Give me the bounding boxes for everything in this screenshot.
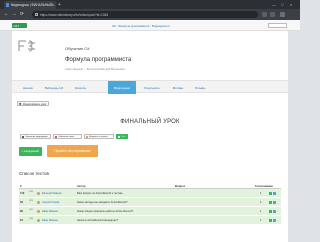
tab-reviews[interactable]: Отзывы [189, 81, 211, 94]
url-text: https://www.videosharp.info/video/quiz/?… [40, 12, 109, 17]
vote-count: 1 [260, 210, 262, 213]
close-window-button[interactable]: × [290, 2, 292, 7]
col-votes: Голосование [255, 183, 273, 188]
thumb-up-icon[interactable] [269, 191, 272, 195]
site-header: C# ▾ C#/Формула программиста/Видеоуроки … [0, 20, 300, 31]
course-logo-icon [18, 40, 35, 52]
thumb-up-icon[interactable] [269, 218, 272, 222]
tests-table: # Автор Вопрос Голосование 712 2164 Евге… [19, 181, 281, 225]
info-icon[interactable] [273, 200, 276, 204]
test-tag-button[interactable]: Тест [116, 134, 128, 139]
minimize-button[interactable]: — [272, 2, 276, 7]
tab-results[interactable]: Результаты [138, 81, 166, 94]
author-link[interactable]: Евгений Иванов [42, 192, 61, 195]
thumb-up-icon[interactable] [269, 209, 272, 213]
info-icon[interactable] [273, 191, 276, 195]
author-link[interactable]: Иван Иванов [42, 210, 58, 213]
next-lesson-button[interactable]: + Следующий [19, 147, 42, 156]
lock-icon [35, 12, 38, 16]
new-tab-button[interactable]: + [58, 2, 61, 8]
video-icon [22, 136, 25, 138]
row-actions [269, 191, 279, 196]
comment-icon [55, 136, 58, 138]
table-header: # Автор Вопрос Голосование [19, 181, 281, 189]
maximize-button[interactable]: □ [281, 2, 283, 7]
edit-lesson-button[interactable]: Редактировать урок [17, 101, 49, 107]
avatar [37, 200, 40, 204]
course-title[interactable]: Формула программиста [65, 57, 131, 63]
tab-videos[interactable]: Видеоуроки [108, 81, 136, 94]
table-row[interactable]: 712 2164 Евгений Иванов Ваш вопрос по Ac… [19, 189, 281, 198]
crumb-videos[interactable]: Видеоуроки ▾ [152, 24, 170, 28]
browser-tab[interactable]: Видеокурсы | ФИНАЛЬНЫЙ... × [4, 1, 56, 9]
site-favicon-icon [6, 3, 10, 7]
vote-count: 1 [260, 219, 262, 222]
feedback-button[interactable]: Обратная связь [53, 134, 82, 139]
avatar [37, 191, 40, 195]
tab-motives[interactable]: Мотивы [167, 81, 189, 94]
avatar [37, 209, 40, 213]
lesson-description-button[interactable]: Описание видеоурока [20, 134, 51, 139]
menu-icon[interactable] [280, 11, 285, 17]
extension-icon[interactable] [262, 11, 267, 17]
tab-console[interactable]: Консоль [69, 81, 92, 94]
author-link[interactable]: Сергей Сомов [42, 201, 59, 204]
question-link[interactable]: Зачем в ActiveRecord валидации? [77, 219, 175, 222]
lesson-title: ФИНАЛЬНЫЙ УРОК [120, 119, 180, 125]
row-actions [269, 200, 279, 205]
pencil-icon [18, 102, 23, 107]
info-icon[interactable] [273, 218, 276, 222]
content-panel: Обучение C# Формула программиста ответст… [12, 31, 288, 242]
col-num: # [20, 183, 22, 188]
vote-count: 1 [260, 201, 262, 204]
course-tabs: Начало Вебинары C# Консоль Видеоуроки Ре… [12, 80, 288, 94]
tab-close-icon[interactable]: × [52, 3, 54, 7]
qa-button[interactable]: Вопросы и ответы [84, 134, 114, 139]
question-icon [86, 136, 89, 138]
reload-icon[interactable]: ⟳ [20, 11, 24, 17]
crumb-course[interactable]: Формула программиста [118, 24, 149, 28]
browser-toolbar: ← → ⟳ https://www.videosharp.info/video/… [0, 9, 300, 20]
tests-list-title: Список тестов [19, 171, 49, 176]
vote-count: 1 [260, 192, 262, 195]
breadcrumb: C#/Формула программиста/Видеоуроки ▾ [112, 23, 170, 28]
info-icon[interactable] [273, 209, 276, 213]
course-author: ответственный — Волосатов Евгений Виталь… [65, 68, 126, 71]
question-link[interactable]: Какие методы вы ожидаете ActiveRecord? [77, 201, 175, 204]
question-link[interactable]: Ваш вопрос по ActiveRecord и тестам... [77, 192, 175, 195]
row-actions [269, 209, 279, 214]
col-question: Вопрос [175, 183, 186, 188]
tab-webinars[interactable]: Вебинары C# [39, 81, 69, 94]
course-name: Обучение C# [65, 46, 90, 51]
table-row[interactable]: 82 1612 Иван Иванов Какие общие принципы… [19, 207, 281, 216]
forward-arrow-icon[interactable]: → [12, 11, 17, 17]
check-icon [118, 136, 121, 138]
tab-start[interactable]: Начало [17, 81, 39, 94]
tab-title: Видеокурсы | ФИНАЛЬНЫЙ... [11, 3, 56, 8]
course-header: Обучение C# Формула программиста ответст… [12, 31, 288, 80]
take-test-button[interactable]: Пройти тестирование [47, 145, 98, 157]
user-menu[interactable] [268, 23, 287, 28]
bookmark-icon[interactable] [270, 11, 275, 17]
row-actions [269, 218, 279, 223]
question-link[interactable]: Какие общие принципы работы Active Recor… [77, 210, 175, 213]
table-row[interactable]: 93 1876 Сергей Сомов Какие методы вы ожи… [19, 198, 281, 207]
thumb-up-icon[interactable] [269, 200, 272, 204]
table-row[interactable]: 81 1588 Иван Иванов Зачем в ActiveRecord… [19, 216, 281, 225]
language-select[interactable]: C# ▾ [12, 23, 27, 28]
browser-tabbar: Видеокурсы | ФИНАЛЬНЫЙ... × + — □ × [0, 0, 300, 9]
author-link[interactable]: Иван Иванов [42, 219, 58, 222]
address-bar[interactable]: https://www.videosharp.info/video/quiz/?… [32, 11, 258, 18]
col-author: Автор [77, 183, 86, 188]
back-arrow-icon[interactable]: ← [4, 11, 9, 17]
crumb-csharp[interactable]: C# [112, 24, 116, 28]
avatar [37, 218, 40, 222]
